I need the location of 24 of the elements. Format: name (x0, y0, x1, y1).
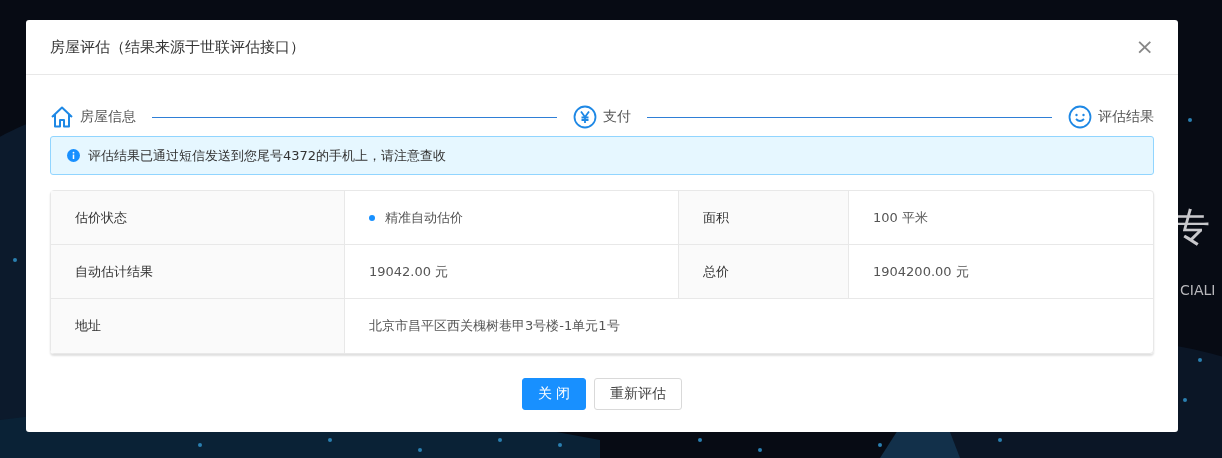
dialog-title: 房屋评估（结果来源于世联评估接口） (50, 37, 305, 57)
value-text: 精准自动估价 (385, 208, 463, 227)
step-label: 房屋信息 (80, 108, 136, 126)
value-text: 1904200.00 元 (873, 262, 969, 281)
step-label: 支付 (603, 108, 631, 126)
value-text: 北京市昌平区西关槐树巷甲3号楼-1单元1号 (369, 317, 620, 335)
label-cell: 估价状态 (51, 191, 345, 245)
value-text: 19042.00 元 (369, 262, 449, 281)
label-cell: 自动估计结果 (51, 245, 345, 299)
smile-icon (1068, 105, 1092, 129)
close-dialog-button[interactable]: 关 闭 (521, 378, 587, 410)
close-button[interactable]: × (1131, 36, 1158, 58)
home-icon (50, 105, 74, 129)
background-heading: 专 (1172, 208, 1210, 246)
label-cell: 地址 (51, 299, 345, 353)
info-icon (67, 149, 80, 162)
step-label: 评估结果 (1098, 108, 1154, 126)
value-text: 100 平米 (873, 208, 928, 227)
background-subheading: CIALI (1180, 283, 1216, 297)
label-cell: 总价 (679, 245, 849, 299)
alert-text: 评估结果已通过短信发送到您尾号4372的手机上，请注意查收 (88, 146, 447, 165)
yen-icon (573, 105, 597, 129)
label-cell: 面积 (679, 191, 849, 245)
reevaluate-button[interactable]: 重新评估 (594, 378, 683, 410)
